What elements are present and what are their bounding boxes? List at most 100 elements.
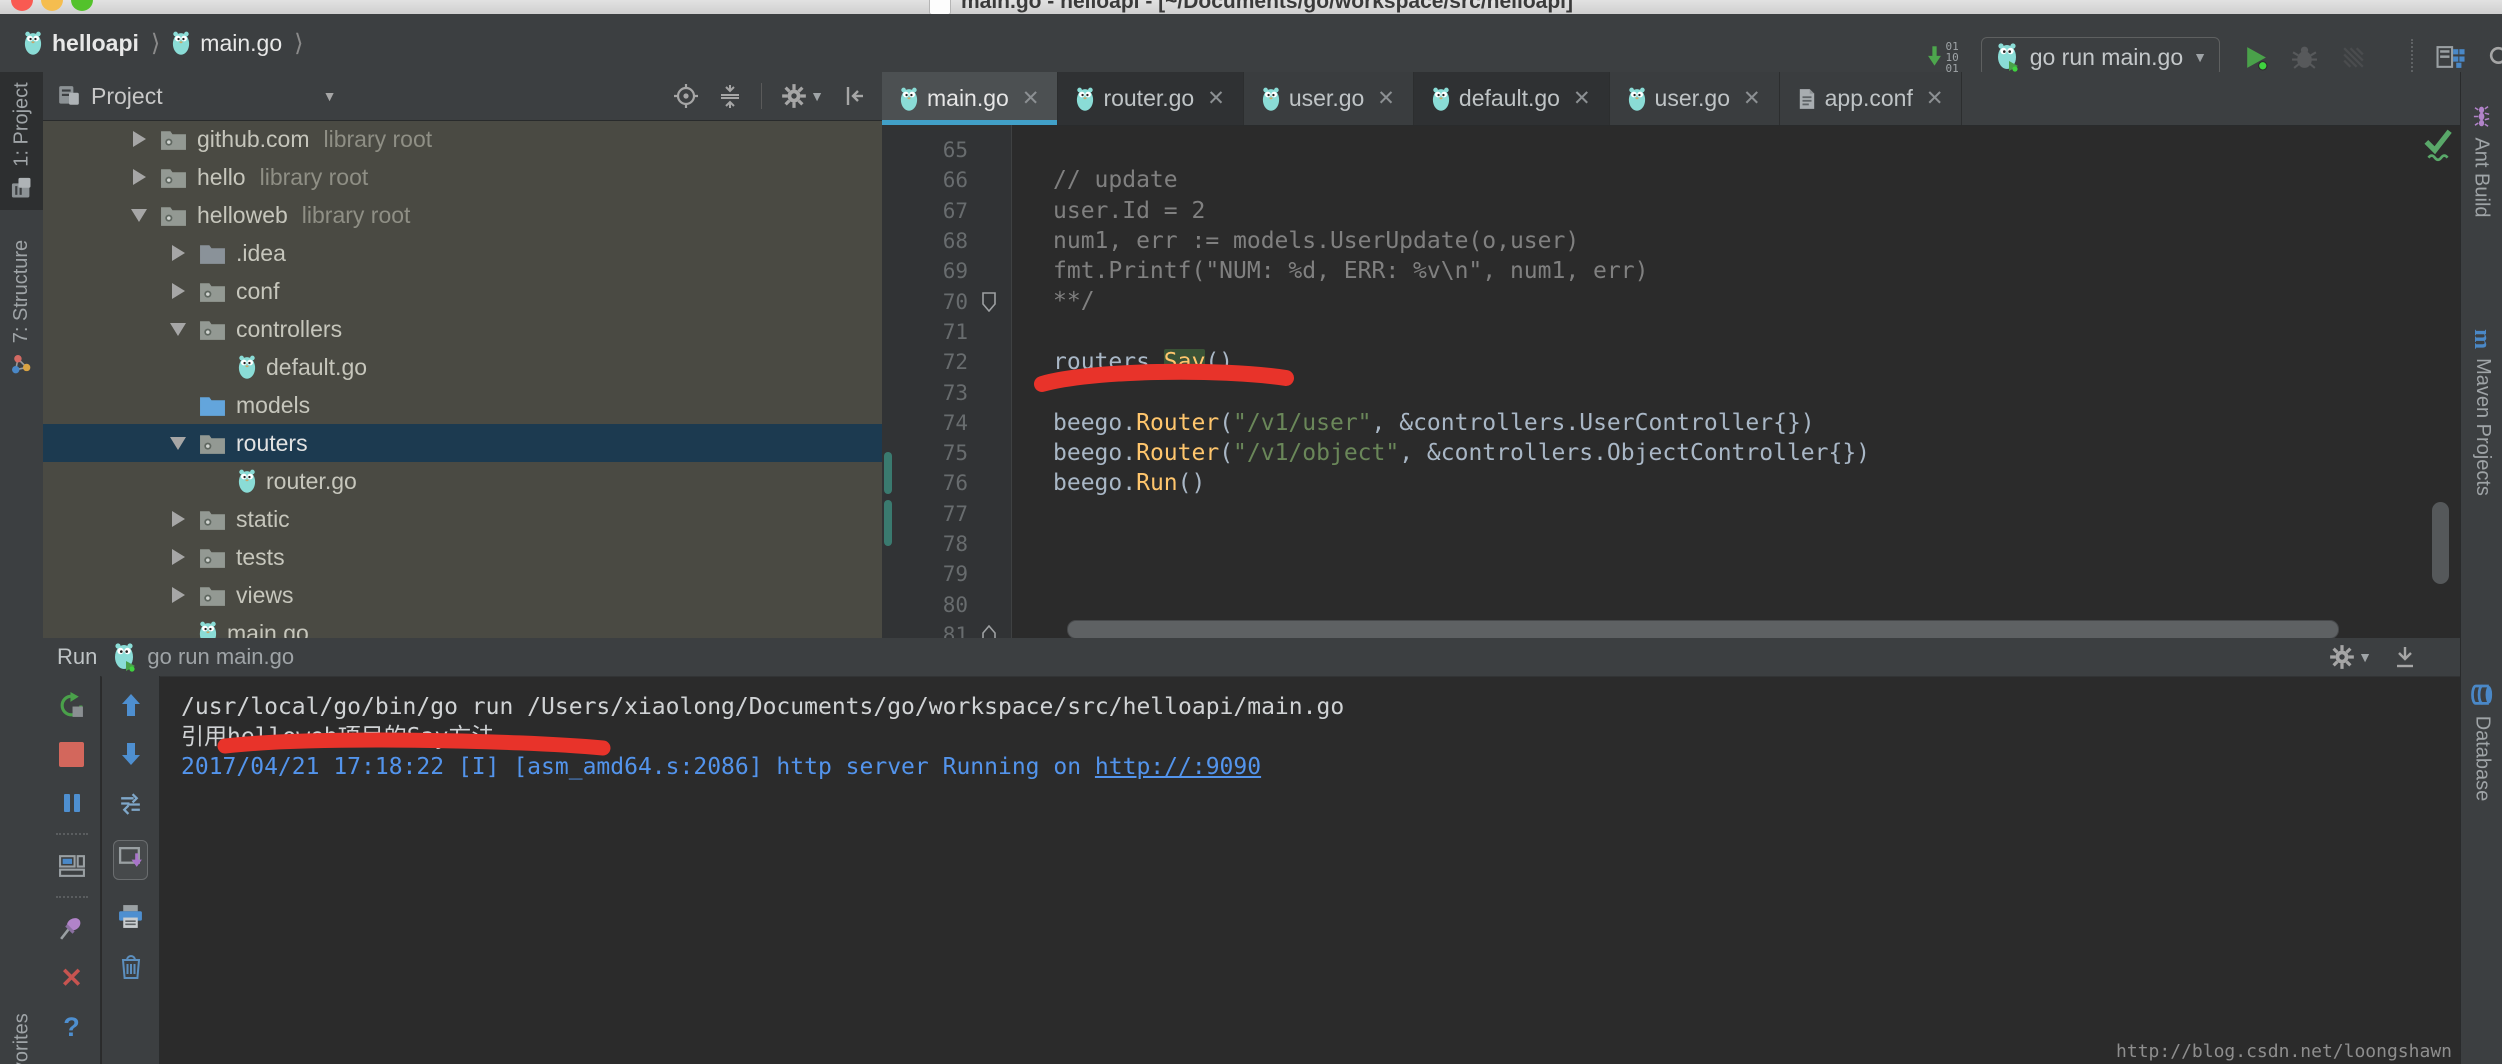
tree-row-routers[interactable]: routers <box>43 424 882 462</box>
code-line-75[interactable]: beego.Router("/v1/object", &controllers.… <box>1053 438 2460 468</box>
tool-windows-icon[interactable] <box>2435 44 2465 71</box>
tree-row-controllers[interactable]: controllers <box>43 310 882 348</box>
coverage-button[interactable] <box>2340 44 2367 71</box>
code-line-72[interactable]: routers.Say() <box>1053 347 2460 377</box>
server-url-link[interactable]: http://:9090 <box>1095 754 1261 780</box>
close-tab-icon[interactable]: ✕ <box>1573 86 1591 111</box>
debug-button[interactable] <box>2291 44 2318 71</box>
blue-folder-icon <box>199 394 226 417</box>
up-stack-icon[interactable] <box>118 692 144 718</box>
close-tab-icon[interactable]: ✕ <box>1022 86 1040 111</box>
down-stack-icon[interactable] <box>118 741 144 767</box>
run-console-output[interactable]: /usr/local/go/bin/go run /Users/xiaolong… <box>161 676 2460 1064</box>
expand-arrow-icon[interactable] <box>133 131 146 147</box>
tool-stripe----structure[interactable]: 7: Structure <box>0 222 43 394</box>
code-line-67[interactable]: user.Id = 2 <box>1053 196 2460 226</box>
hide-panel-icon[interactable] <box>842 83 868 109</box>
code-line-73[interactable] <box>1053 377 2460 407</box>
expand-arrow-icon[interactable] <box>172 587 185 603</box>
tree-row-helloweb[interactable]: helloweblibrary root <box>43 196 882 234</box>
code-line-71[interactable] <box>1053 317 2460 347</box>
tool-stripe-maven-projects[interactable]: mMaven Projects <box>2461 272 2502 552</box>
collapse-arrow-icon[interactable] <box>170 323 186 336</box>
run-button[interactable] <box>2242 44 2269 71</box>
breadcrumb-item-main.go[interactable]: main.go <box>200 30 282 57</box>
expand-arrow-icon[interactable] <box>172 511 185 527</box>
settings-gear-icon[interactable]: ▼ <box>2328 643 2372 671</box>
pause-icon[interactable] <box>59 790 85 816</box>
hide-panel-down-icon[interactable] <box>2392 644 2418 670</box>
expand-arrow-icon[interactable] <box>172 245 185 261</box>
tab-label: router.go <box>1103 85 1194 112</box>
close-tab-icon[interactable]: ✕ <box>1926 86 1944 111</box>
rerun-icon[interactable] <box>58 692 85 719</box>
code-line-66[interactable]: // update <box>1053 165 2460 195</box>
tree-row-github.com[interactable]: github.comlibrary root <box>43 120 882 158</box>
clear-all-icon[interactable] <box>118 953 144 980</box>
tab-user.go[interactable]: user.go✕ <box>1244 72 1414 125</box>
settings-gear-icon[interactable]: ▼ <box>780 82 824 110</box>
vertical-scrollbar-thumb[interactable] <box>2432 502 2449 584</box>
tab-main.go[interactable]: main.go✕ <box>882 72 1058 125</box>
go-file-icon <box>172 30 190 56</box>
stop-icon[interactable] <box>59 742 84 767</box>
tree-row-main.go[interactable]: main.go <box>43 614 882 638</box>
tab-user.go[interactable]: user.go✕ <box>1610 72 1780 125</box>
close-tab-icon[interactable]: ✕ <box>1377 86 1395 111</box>
project-view-dropdown-icon[interactable]: ▼ <box>323 88 337 104</box>
tool-stripe-ant-build[interactable]: Ant Build <box>2461 86 2502 236</box>
tree-row-hello[interactable]: hellolibrary root <box>43 158 882 196</box>
locate-icon[interactable] <box>673 83 699 109</box>
breadcrumb-item-helloapi[interactable]: helloapi <box>52 30 139 57</box>
collapse-arrow-icon[interactable] <box>170 437 186 450</box>
code-line-78[interactable] <box>1053 529 2460 559</box>
code-editor[interactable]: // updateuser.Id = 2num1, err := models.… <box>1013 125 2460 638</box>
tree-row-.idea[interactable]: .idea <box>43 234 882 272</box>
tree-item-label: router.go <box>266 468 357 495</box>
collapse-all-icon[interactable] <box>717 83 743 109</box>
soft-wrap-icon[interactable] <box>117 790 144 817</box>
search-icon[interactable] <box>2487 44 2502 71</box>
code-line-74[interactable]: beego.Router("/v1/user", &controllers.Us… <box>1053 408 2460 438</box>
tab-router.go[interactable]: router.go ✕ <box>1058 72 1243 125</box>
tree-row-views[interactable]: views <box>43 576 882 614</box>
code-line-77[interactable] <box>1053 499 2460 529</box>
tab-label: default.go <box>1459 85 1560 112</box>
line-number: 66 <box>882 168 968 192</box>
code-line-76[interactable]: beego.Run() <box>1053 468 2460 498</box>
horizontal-scrollbar-thumb[interactable] <box>1067 620 2339 639</box>
tree-row-conf[interactable]: conf <box>43 272 882 310</box>
tree-row-models[interactable]: models <box>43 386 882 424</box>
inspections-ok-check-icon[interactable] <box>2422 127 2454 163</box>
restore-layout-icon[interactable] <box>58 852 86 879</box>
tree-row-static[interactable]: static <box>43 500 882 538</box>
collapse-arrow-icon[interactable] <box>131 209 147 222</box>
pin-icon[interactable] <box>58 915 85 942</box>
code-line-69[interactable]: fmt.Printf("NUM: %d, ERR: %v\n", num1, e… <box>1053 256 2460 286</box>
scroll-to-end-icon[interactable] <box>113 840 148 880</box>
run-config-select[interactable]: go run main.go▼ <box>1981 37 2220 77</box>
tab-default.go[interactable]: default.go ✕ <box>1414 72 1610 125</box>
tab-app.conf[interactable]: app.conf✕ <box>1780 72 1963 125</box>
close-icon[interactable]: ✕ <box>60 965 83 991</box>
code-line-80[interactable] <box>1053 589 2460 619</box>
code-line-68[interactable]: num1, err := models.UserUpdate(o,user) <box>1053 226 2460 256</box>
code-line-79[interactable] <box>1053 559 2460 589</box>
tool-stripe-database[interactable]: Database <box>2461 617 2502 867</box>
tool-stripe----favorites[interactable]: 2: Favorites <box>0 1022 43 1064</box>
tree-row-default.go[interactable]: default.go <box>43 348 882 386</box>
expand-arrow-icon[interactable] <box>172 549 185 565</box>
close-tab-icon[interactable]: ✕ <box>1743 86 1761 111</box>
code-line-65[interactable] <box>1053 135 2460 165</box>
close-tab-icon[interactable]: ✕ <box>1207 86 1225 111</box>
expand-arrow-icon[interactable] <box>133 169 146 185</box>
tree-row-tests[interactable]: tests <box>43 538 882 576</box>
code-line-70[interactable]: **/ <box>1053 286 2460 316</box>
help-icon[interactable]: ? <box>63 1014 80 1040</box>
print-icon[interactable] <box>117 903 144 930</box>
tree-row-router.go[interactable]: router.go <box>43 462 882 500</box>
expand-arrow-icon[interactable] <box>172 283 185 299</box>
vcs-update-icon[interactable]: 011001 <box>1927 41 1958 74</box>
tool-stripe----project[interactable]: 1: Project <box>0 72 43 210</box>
fold-marker-icon[interactable] <box>968 292 1010 312</box>
